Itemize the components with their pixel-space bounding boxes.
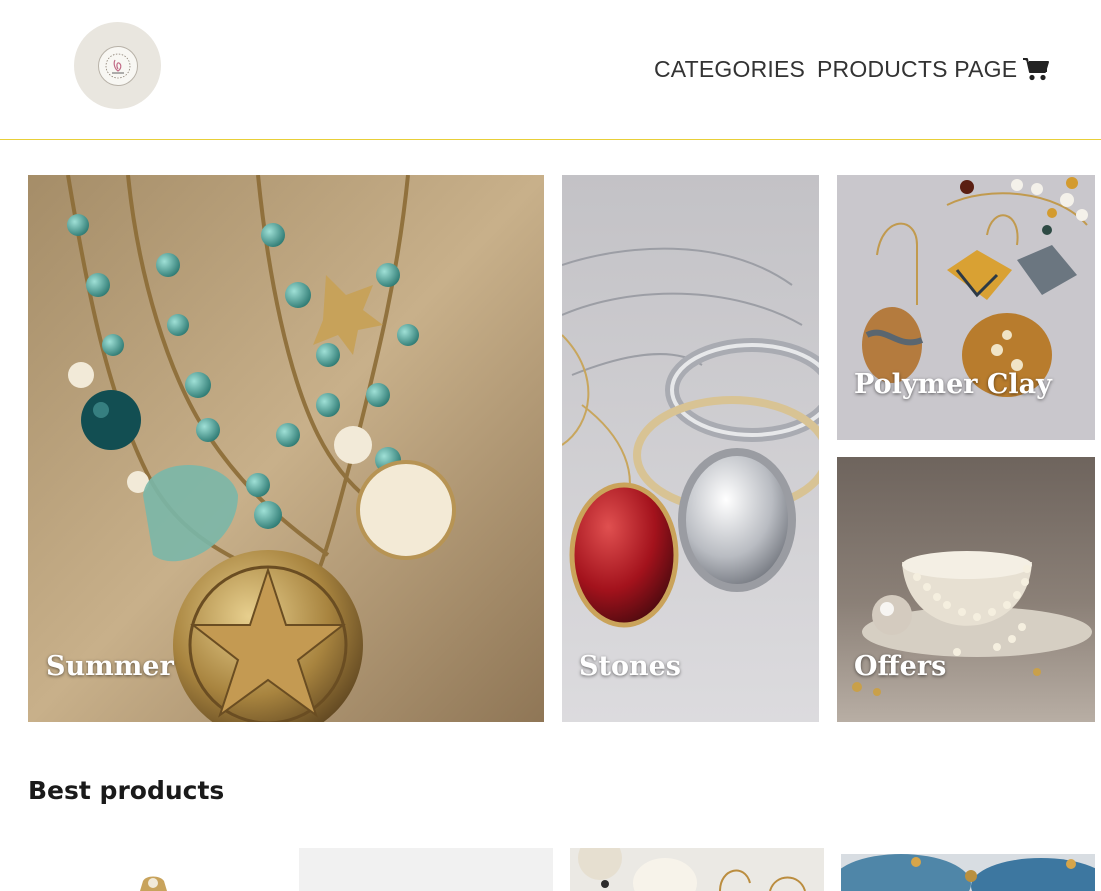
product-card[interactable] (841, 854, 1095, 891)
product-image (28, 848, 282, 891)
category-tile-offers[interactable]: Offers (837, 457, 1095, 722)
tile-label-polymer-clay: Polymer Clay (854, 369, 1052, 400)
logo-emblem-icon (97, 45, 138, 86)
best-products-heading: Best products (28, 776, 225, 805)
category-tile-polymer-clay[interactable]: Polymer Clay (837, 175, 1095, 440)
nav-categories-link[interactable]: CATEGORIES (654, 56, 805, 83)
tile-label-offers: Offers (854, 651, 947, 682)
nav-products-page-link[interactable]: PRODUCTS PAGE (817, 56, 1017, 83)
offers-pearls-image (837, 457, 1095, 722)
site-header: CATEGORIES PRODUCTS PAGE (0, 0, 1101, 140)
polymer-clay-earrings-image (837, 175, 1095, 440)
category-tile-stones[interactable]: Stones (562, 175, 819, 722)
shopping-cart-icon[interactable] (1022, 56, 1050, 82)
category-tile-summer[interactable]: Summer (28, 175, 544, 722)
summer-jewelry-image (28, 175, 544, 722)
product-card[interactable] (28, 848, 282, 891)
logo[interactable] (74, 22, 161, 109)
product-image (299, 848, 553, 891)
tile-label-summer: Summer (46, 651, 174, 682)
tile-label-stones: Stones (579, 651, 681, 682)
product-card[interactable] (299, 848, 553, 891)
product-image (841, 854, 1095, 891)
stones-jewelry-image (562, 175, 819, 722)
product-card[interactable] (570, 848, 824, 891)
product-image (570, 848, 824, 891)
